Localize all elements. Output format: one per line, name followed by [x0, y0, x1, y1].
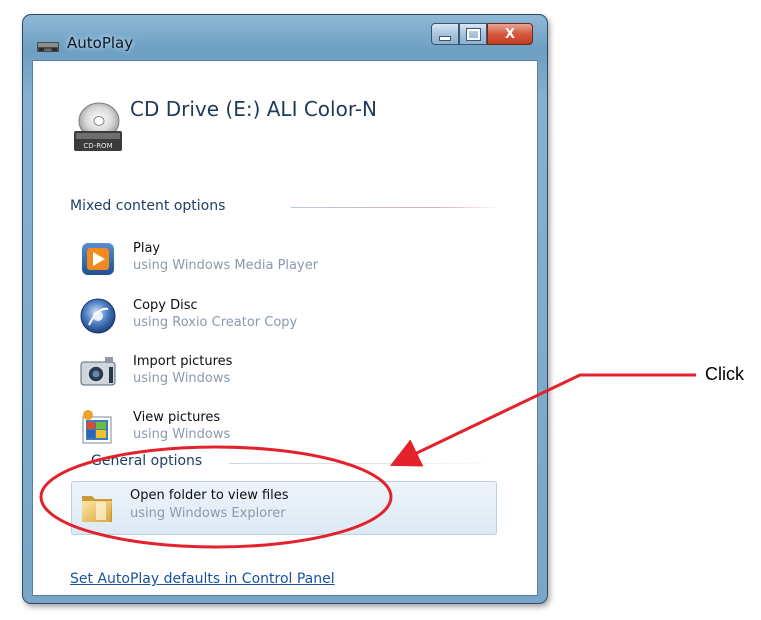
- minimize-button[interactable]: [431, 23, 459, 45]
- autoplay-icon: DVD: [37, 42, 59, 52]
- option-subtitle: using Windows: [133, 371, 231, 386]
- media-player-icon: [82, 243, 114, 275]
- option-title: Copy Disc: [133, 298, 198, 313]
- window-controls: X: [431, 23, 533, 47]
- section-divider: [291, 207, 501, 208]
- option-title: View pictures: [133, 410, 221, 425]
- option-subtitle: using Windows Media Player: [133, 258, 319, 273]
- option-title: Play: [133, 241, 161, 256]
- autoplay-defaults-link[interactable]: Set AutoPlay defaults in Control Panel: [70, 571, 335, 587]
- close-button[interactable]: X: [487, 23, 533, 45]
- cd-rom-icon: CD-ROM: [74, 102, 122, 151]
- maximize-button[interactable]: [459, 23, 487, 45]
- option-copy-disc[interactable]: Copy Disc using Roxio Creator Copy: [75, 293, 515, 341]
- section-header-general: General options: [91, 453, 203, 469]
- annotation-click-label: Click: [705, 364, 744, 384]
- maximize-icon: [465, 27, 481, 41]
- roxio-disc-icon: [80, 298, 116, 334]
- option-subtitle: using Windows Explorer: [130, 506, 286, 521]
- window-title: AutoPlay: [67, 34, 134, 52]
- option-open-folder[interactable]: Open folder to view files using Windows …: [71, 481, 497, 535]
- picture-viewer-icon: [82, 410, 112, 444]
- autoplay-window: DVD AutoPlay X CD-ROM CD Drive (E:) ALI …: [22, 14, 548, 604]
- option-play[interactable]: Play using Windows Media Player: [75, 236, 515, 284]
- option-title: Open folder to view files: [130, 488, 289, 503]
- option-import-pictures[interactable]: Import pictures using Windows: [75, 349, 515, 397]
- option-title: Import pictures: [133, 354, 233, 369]
- section-header-mixed: Mixed content options: [70, 198, 226, 214]
- camera-import-icon: [80, 357, 116, 386]
- option-subtitle: using Roxio Creator Copy: [133, 315, 298, 330]
- svg-text:DVD: DVD: [44, 48, 52, 52]
- cd-rom-label: CD-ROM: [83, 142, 112, 150]
- device-title: CD Drive (E:) ALI Color-N: [130, 97, 377, 121]
- autoplay-content: CD-ROM CD Drive (E:) ALI Color-N Mixed c…: [32, 60, 538, 596]
- close-icon: X: [504, 26, 516, 42]
- minimize-icon: [439, 35, 451, 41]
- option-subtitle: using Windows: [133, 427, 231, 442]
- section-divider: [229, 463, 501, 464]
- folder-icon: [82, 496, 112, 522]
- title-bar[interactable]: DVD AutoPlay X: [23, 15, 547, 59]
- option-view-pictures[interactable]: View pictures using Windows: [75, 405, 515, 453]
